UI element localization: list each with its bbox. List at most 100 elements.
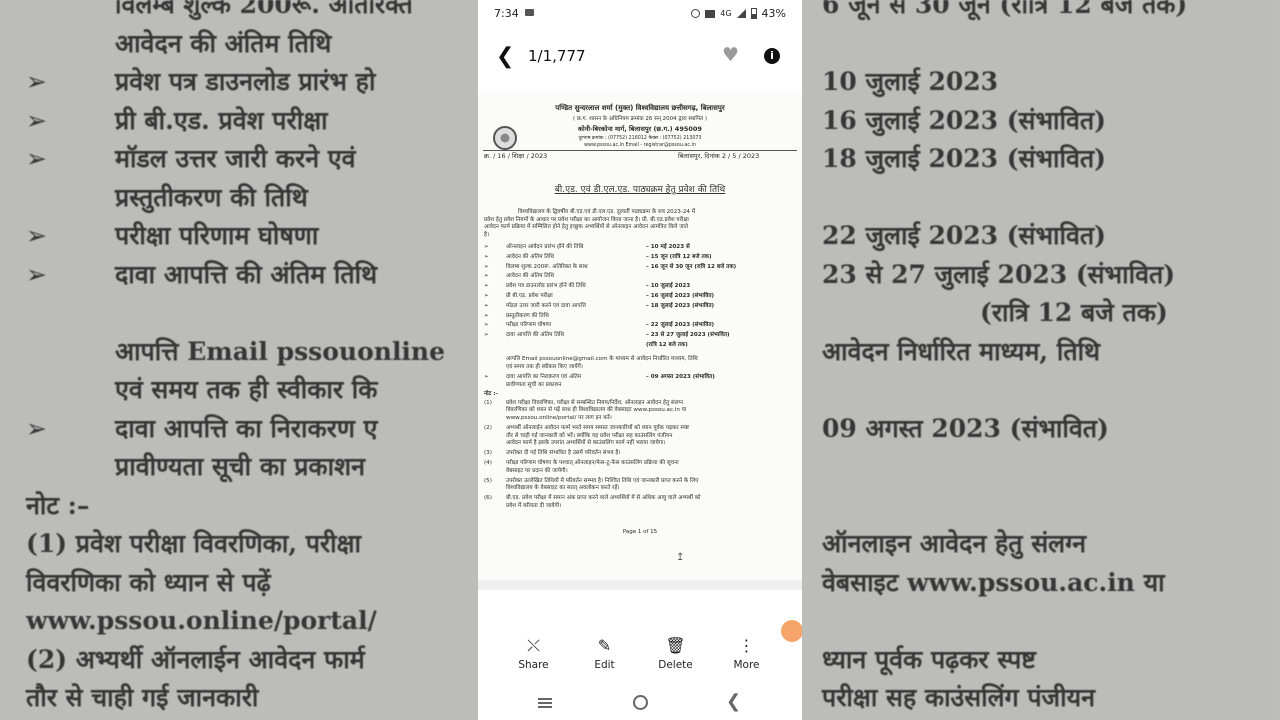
network-type: 4G: [720, 9, 732, 18]
viewer-title: 1/1,777: [528, 47, 586, 65]
note-line: उपरोक्त उल्लेखित तिथियों में परिवर्तन सम…: [506, 477, 699, 484]
schedule-item: प्रावीण्यता सूची का प्रकाशन: [506, 381, 562, 388]
schedule-item: आवेदन की अंतिम तिथि: [506, 253, 554, 260]
bullet-arrow-icon: ➢: [484, 263, 489, 270]
schedule-date: – 16 जुलाई 2023 (संभावित): [646, 293, 715, 299]
pointer-cursor-icon: ↥: [676, 552, 685, 563]
cast-icon: [705, 9, 716, 18]
schedule-item: ऑनलाइन आवेदन प्रारंभ होने की तिथि: [506, 244, 584, 250]
nav-back-icon[interactable]: ❮: [726, 691, 741, 712]
note-number: (1): [484, 399, 492, 406]
share-icon: ⤬: [527, 636, 540, 655]
bottom-toolbar: ⤬ Share ✎ Edit 🗑 Delete ⋮ More: [478, 636, 802, 680]
schedule-item: प्रवेश पत्र डाउनलोड प्रारंभ होने की तिथि: [506, 283, 586, 290]
email-note: आपत्ति Email pssouonline@gmail.com के मा…: [506, 355, 698, 362]
bullet-arrow-icon: ➢: [484, 312, 489, 319]
edit-button[interactable]: ✎ Edit: [580, 636, 630, 680]
intro-line: आवेदन फार्म प्रक्रिया में सम्मिलित होने …: [484, 224, 688, 230]
act-line: ( छ.ग. शासन के अधिनियम क्रमांक 26 सन् 20…: [573, 116, 707, 122]
note-number: (3): [484, 450, 492, 457]
phone-screen: 7:34 4G 43% ❮ 1/1,777 ♥ i पण्डित सुन्दरल…: [478, 0, 802, 720]
address-line: कोनी-बिरकोना मार्ग, बिलासपुर (छ.ग.) 4950…: [578, 125, 702, 133]
email-note: एवं समय तक ही स्वीकार किए जायेंगें।: [506, 363, 583, 370]
battery-percent: 43%: [761, 7, 786, 20]
trash-icon: 🗑: [665, 636, 686, 655]
note-line: तौर से चाही गई जानकारी को भरें। क्योंकि …: [506, 432, 673, 439]
page-indicator: Page 1 of 15: [622, 529, 658, 535]
note-line: अभ्यर्थी ऑनलाईन आवेदन फार्म भरते समय समस…: [506, 425, 690, 431]
schedule-date: – 23 से 27 जुलाई 2023 (संभावित): [646, 332, 730, 339]
info-icon[interactable]: i: [764, 48, 780, 64]
bullet-arrow-icon: ➢: [484, 322, 489, 329]
viewer-app-bar: ❮ 1/1,777 ♥ i: [478, 36, 802, 76]
schedule-date: – 22 जुलाई 2023 (संभावित): [646, 322, 715, 329]
screen-record-icon: [525, 9, 534, 16]
schedule-date: – 16 जून से 30 जून (रात्रि 12 बजे तक): [646, 263, 737, 270]
document-image: पण्डित सुन्दरलाल शर्मा (मुक्त) विश्वविद्…: [478, 92, 802, 580]
favorite-heart-icon[interactable]: ♥: [722, 44, 739, 66]
schedule-date: – 10 मई 2023 से: [646, 244, 690, 250]
intro-line: प्रवेश हेतु प्रवेश नियमों के आधार पर प्र…: [484, 216, 689, 223]
note-line: आवेदन फार्म है इसके उपरांत अभ्यर्थियों स…: [506, 440, 666, 447]
signal-icon: [736, 9, 746, 18]
note-number: (4): [484, 460, 492, 467]
intro-line: विश्वविद्यालय के द्विवर्षीय बी.एड.एवं डी…: [518, 209, 696, 215]
notice-title: बी.एड. एवं डी.एल.एड. पाठ्यक्रम हेतु प्रव…: [554, 185, 726, 195]
note-line: www.pssou.online/portal/ पर लाग इन करें।: [506, 415, 612, 421]
ref-date: बिलासपुर, दिनांक 2 / 5 / 2023: [678, 152, 760, 160]
edit-label: Edit: [594, 659, 615, 671]
schedule-date: – 09 अगस्त 2023 (संभावित): [646, 373, 715, 380]
back-arrow-icon[interactable]: ❮: [496, 44, 514, 69]
home-icon[interactable]: [633, 695, 648, 710]
note-number: (6): [484, 495, 492, 502]
schedule-item: दावा आपत्ति का निराकरण एवं अंतिम: [506, 373, 582, 380]
phone-line: दूरभाष क्रमांक : (07752) 216012 फैक्स : …: [578, 136, 702, 141]
bullet-arrow-icon: ➢: [484, 283, 489, 290]
schedule-date: – 18 जुलाई 2023 (संभावित): [646, 302, 715, 309]
note-line: विवरणिका को ध्यान से पढ़ें साथ ही विश्वव…: [506, 407, 687, 414]
share-label: Share: [518, 659, 549, 671]
ref-number: क्र. / 16 / शिक्षा / 2023: [484, 152, 548, 160]
schedule-item: मॉडल उत्तर जारी करने एवं दावा आपत्ति: [506, 302, 586, 309]
bullet-arrow-icon: ➢: [484, 302, 489, 309]
note-line: प्रवेश परीक्षा विवरणिका, परीक्षा से सम्ब…: [506, 399, 684, 406]
note-line: विश्वविद्यालय के वेबसाइट का सतत् अवलोकन …: [506, 485, 620, 492]
delete-label: Delete: [658, 659, 693, 671]
note-line: प्रवेश में वरीयता दी जायेगी।: [506, 503, 562, 509]
bullet-arrow-icon: ➢: [484, 273, 489, 280]
bullet-arrow-icon: ➢: [484, 293, 489, 299]
schedule-date: (रात्रि 12 बजे तक): [646, 342, 688, 348]
note-number: (5): [484, 477, 492, 484]
battery-icon: [750, 8, 757, 19]
schedule-item: विलम्ब शुल्क 200रू. अतिरिक्त के साथ: [506, 263, 588, 270]
bullet-arrow-icon: ➢: [484, 244, 489, 250]
schedule-item: आवेदन की अंतिम तिथि: [506, 273, 554, 280]
schedule-date: – 10 जुलाई 2023: [646, 283, 691, 290]
pencil-icon: ✎: [597, 636, 612, 655]
schedule-date: – 15 जून (रात्रि 12 बजे तक): [646, 253, 712, 260]
more-vertical-icon: ⋮: [738, 636, 755, 655]
system-nav-bar: ❮: [478, 690, 802, 716]
status-bar: 7:34 4G 43%: [478, 0, 802, 28]
share-button[interactable]: ⤬ Share: [509, 636, 559, 680]
note-line: बी.एड. प्रवेश परीक्षा में समान अंक प्राप…: [506, 495, 701, 502]
intro-line: है।: [484, 231, 490, 238]
university-logo: [493, 126, 517, 150]
university-name: पण्डित सुन्दरलाल शर्मा (मुक्त) विश्वविद्…: [555, 104, 725, 112]
note-line: परीक्षा परिणाम घोषणा के पश्चात् ऑनलाइन/फ…: [506, 460, 679, 467]
bullet-arrow-icon: ➢: [484, 332, 489, 339]
schedule-item: परीक्षा परिणाम घोषणा: [506, 322, 552, 329]
header-rule: [483, 150, 797, 151]
viewer-gap: [478, 580, 802, 590]
recent-apps-icon[interactable]: [538, 698, 552, 708]
web-line: www.pssou.ac.in Email - registrar@pssou.…: [584, 143, 696, 148]
more-button[interactable]: ⋮ More: [722, 636, 772, 680]
more-label: More: [733, 659, 760, 671]
alarm-icon: [691, 9, 701, 18]
delete-button[interactable]: 🗑 Delete: [651, 636, 701, 680]
bullet-arrow-icon: ➢: [484, 253, 489, 260]
status-time: 7:34: [494, 7, 519, 20]
schedule-item: दावा आपत्ति की अंतिम तिथि: [506, 332, 564, 339]
schedule-item: प्रस्तुतीकरण की तिथि: [506, 312, 549, 319]
note-label: नोट :-: [484, 390, 498, 397]
